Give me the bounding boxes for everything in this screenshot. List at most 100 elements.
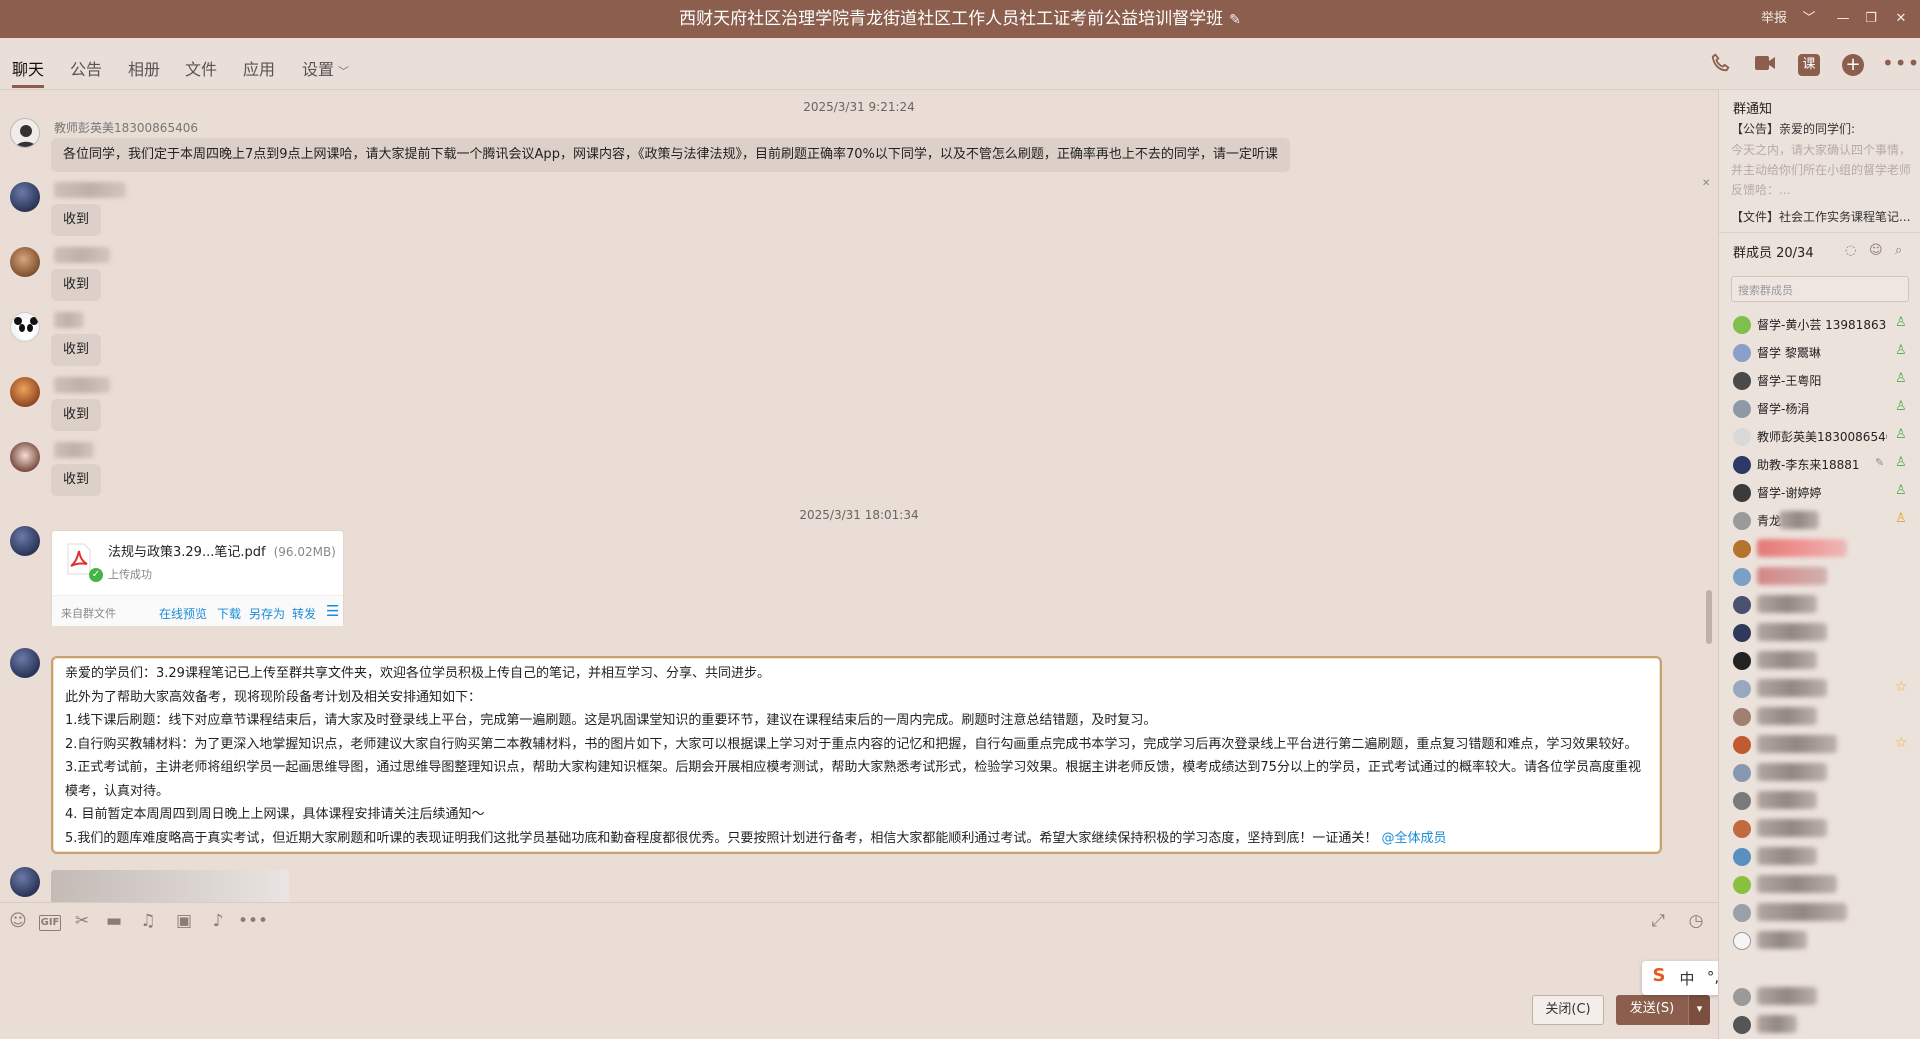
member-item[interactable] [1719, 618, 1920, 646]
sogou-logo-icon[interactable]: S [1648, 965, 1670, 986]
blurred-name [1757, 987, 1817, 1005]
notice-file-line[interactable]: 【文件】社会工作实务课程笔记... [1731, 208, 1911, 225]
admin-icon: ♙ [1895, 483, 1907, 498]
close-button[interactable]: 关闭(C) [1532, 995, 1604, 1025]
course-icon[interactable]: 课 [1798, 54, 1820, 76]
notice-body: 今天之内，请大家确认四个事情，并主动给你们所在小组的督学老师反馈哈：... [1731, 143, 1912, 197]
bell-icon[interactable]: ♪ [206, 911, 230, 931]
file-name-text: 法规与政策3.29...笔记.pdf [108, 545, 266, 560]
chat-bubble-icon[interactable]: ◌ [1845, 243, 1856, 258]
mention-all[interactable]: @全体成员 [1382, 831, 1447, 846]
avatar[interactable] [10, 442, 40, 472]
avatar[interactable] [10, 312, 40, 342]
expand-icon[interactable]: ⤢ [1646, 911, 1670, 931]
gif-icon[interactable]: GIF [39, 915, 61, 931]
tab-announcement[interactable]: 公告 [70, 56, 102, 82]
member-item[interactable] [1719, 646, 1920, 674]
chevron-down-icon[interactable]: ﹀ [1792, 0, 1826, 38]
more-tools-icon[interactable]: ••• [238, 911, 268, 931]
tab-chat[interactable]: 聊天 [12, 56, 45, 88]
member-item[interactable] [1719, 814, 1920, 842]
edit-icon[interactable]: ✎ [1875, 456, 1884, 469]
send-button[interactable]: 发送(S) [1616, 995, 1688, 1025]
member-item[interactable]: 教师彭英美18300865406 ♙ [1719, 422, 1920, 450]
member-item[interactable] [1719, 702, 1920, 730]
forward-link[interactable]: 转发 [292, 605, 316, 622]
member-item[interactable] [1719, 982, 1920, 1010]
message-bubble[interactable]: 各位同学，我们定于本周四晚上7点到9点上网课哈，请大家提前下载一个腾讯会议App… [51, 138, 1290, 172]
notice-line[interactable]: 【公告】亲爱的同学们: [1731, 120, 1911, 137]
scissors-icon[interactable]: ✂ [70, 911, 94, 931]
edit-title-icon[interactable]: ✎ [1229, 1, 1241, 39]
member-item[interactable]: ☆ [1719, 730, 1920, 758]
music-icon[interactable]: ♫ [136, 911, 160, 931]
member-item[interactable] [1719, 562, 1920, 590]
member-item[interactable] [1719, 786, 1920, 814]
ime-chinese-toggle[interactable]: 中 [1676, 968, 1698, 989]
scroll-up-icon[interactable]: ✕ [1702, 178, 1710, 189]
avatar [1733, 988, 1751, 1006]
file-card[interactable]: ✓ 法规与政策3.29...笔记.pdf (96.02MB) 上传成功 来自群文件… [51, 530, 344, 626]
folder-icon[interactable]: ▬ [102, 911, 126, 931]
member-item[interactable]: 青龙 ♙ [1719, 506, 1920, 534]
member-item[interactable]: 助教-李东来18881 ✎ ♙ [1719, 450, 1920, 478]
avatar[interactable] [10, 118, 40, 148]
long-message-bubble[interactable]: 亲爱的学员们：3.29课程笔记已上传至群共享文件夹，欢迎各位学员积极上传自己的笔… [51, 656, 1662, 854]
tab-settings[interactable]: 设置 ﹀ [302, 56, 349, 82]
member-item[interactable]: 督学-黄小芸 13981863 ♙ [1719, 310, 1920, 338]
member-item[interactable] [1719, 842, 1920, 870]
avatar[interactable] [10, 526, 40, 556]
blurred-name [1779, 511, 1819, 529]
image-preview[interactable] [51, 870, 289, 902]
send-options-button[interactable]: ▾ [1688, 995, 1710, 1025]
member-item[interactable] [1719, 926, 1920, 954]
history-icon[interactable]: ◷ [1684, 911, 1708, 931]
search-icon[interactable]: ⌕ [1895, 243, 1902, 258]
video-call-icon[interactable] [1752, 52, 1778, 78]
right-panel: 群通知 【公告】亲爱的同学们: 今天之内，请大家确认四个事情，并主动给你们所在小… [1718, 90, 1920, 1039]
avatar[interactable] [10, 182, 40, 212]
more-icon[interactable]: ••• [1882, 50, 1919, 76]
member-item[interactable] [1719, 590, 1920, 618]
message-bubble[interactable]: 收到 [51, 464, 102, 496]
add-member-icon[interactable]: ☺ [1869, 243, 1883, 258]
member-item[interactable]: ☆ [1719, 674, 1920, 702]
voice-call-icon[interactable] [1708, 52, 1734, 78]
tab-apps[interactable]: 应用 [243, 56, 275, 82]
emoji-icon[interactable]: ☺ [6, 911, 30, 931]
message-bubble[interactable]: 收到 [51, 334, 102, 366]
member-item[interactable] [1719, 534, 1920, 562]
tab-album[interactable]: 相册 [128, 56, 160, 82]
avatar[interactable] [10, 867, 40, 897]
message-bubble[interactable]: 收到 [51, 204, 102, 236]
save-as-link[interactable]: 另存为 [249, 605, 285, 622]
avatar[interactable] [10, 648, 40, 678]
message-bubble[interactable]: 收到 [51, 269, 102, 301]
member-item[interactable] [1719, 1010, 1920, 1038]
member-item[interactable]: 督学-杨涓 ♙ [1719, 394, 1920, 422]
member-item[interactable] [1719, 870, 1920, 898]
tab-files[interactable]: 文件 [185, 56, 217, 82]
avatar[interactable] [10, 247, 40, 277]
member-item[interactable]: 督学-谢婷婷 ♙ [1719, 478, 1920, 506]
scrollbar[interactable] [1706, 590, 1712, 644]
avatar[interactable] [10, 377, 40, 407]
member-item[interactable] [1719, 758, 1920, 786]
member-item[interactable] [1719, 898, 1920, 926]
add-icon[interactable]: + [1842, 54, 1864, 76]
restore-button[interactable]: ❐ [1854, 0, 1888, 38]
message-bubble[interactable]: 收到 [51, 399, 102, 431]
input-area[interactable]: ☺ GIF ✂ ▬ ♫ ▣ ♪ ••• ⤢ ◷ 关闭(C) 发送(S) ▾ [0, 902, 1718, 1039]
menu-icon[interactable]: ☰ [326, 602, 339, 620]
image-icon[interactable]: ▣ [172, 911, 196, 931]
close-window-button[interactable]: ✕ [1884, 0, 1918, 38]
member-item[interactable]: 督学-王粤阳 ♙ [1719, 366, 1920, 394]
tab-settings-label: 设置 [302, 60, 335, 79]
download-link[interactable]: 下载 [217, 605, 241, 622]
star-icon: ☆ [1895, 679, 1908, 695]
blurred-name [54, 247, 110, 263]
member-search-input[interactable]: 搜索群成员 [1731, 276, 1909, 302]
member-item[interactable]: 督学 黎鬻琳 ♙ [1719, 338, 1920, 366]
report-button[interactable]: 举报 [1752, 0, 1796, 38]
preview-link[interactable]: 在线预览 [159, 605, 207, 622]
